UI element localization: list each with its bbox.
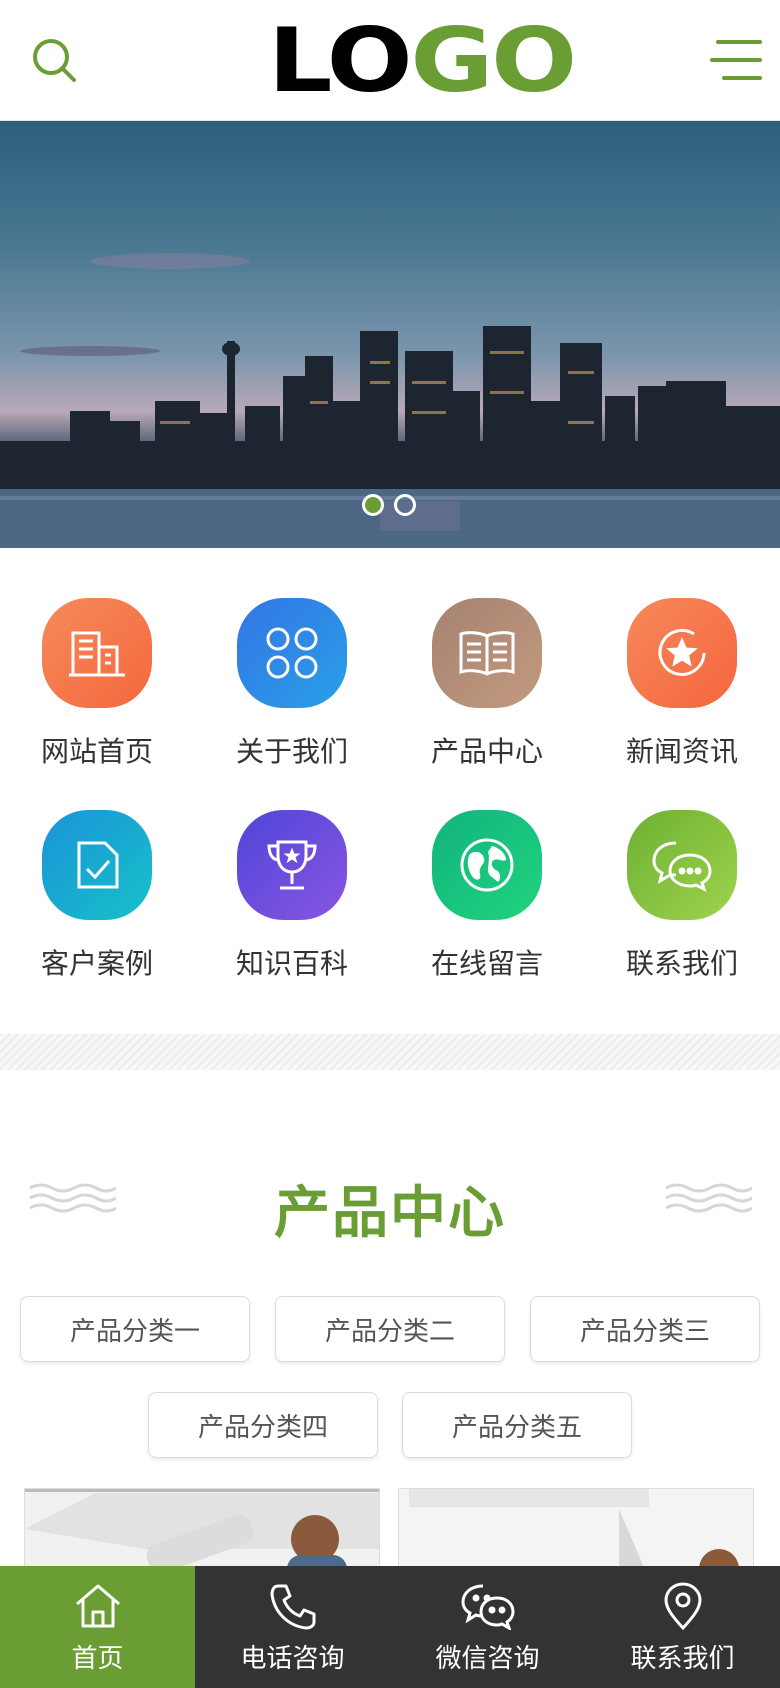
tab-wechat[interactable]: 微信咨询: [390, 1566, 585, 1688]
star-icon: [627, 598, 737, 708]
logo[interactable]: LOGO: [268, 17, 577, 105]
building-icon: [42, 598, 152, 708]
nav-item-message[interactable]: 在线留言: [417, 810, 557, 982]
nav-item-knowledge[interactable]: 知识百科: [222, 810, 362, 982]
globe-icon: [432, 810, 542, 920]
tab-phone[interactable]: 电话咨询: [195, 1566, 390, 1688]
nav-item-contact[interactable]: 联系我们: [612, 810, 752, 982]
banner-dots: [362, 494, 416, 516]
location-icon: [663, 1582, 702, 1630]
document-check-icon: [42, 810, 152, 920]
nav-label: 关于我们: [235, 735, 348, 768]
nav-item-products[interactable]: 产品中心: [417, 598, 557, 770]
category-button-4[interactable]: 产品分类四: [148, 1392, 378, 1458]
menu-button[interactable]: [710, 36, 762, 84]
category-button-3[interactable]: 产品分类三: [530, 1296, 760, 1362]
logo-text-dark: LO: [268, 9, 413, 112]
tab-label: 电话咨询: [240, 1644, 345, 1674]
trophy-icon: [237, 810, 347, 920]
banner-dot-1[interactable]: [362, 494, 384, 516]
section-title: 产品中心: [274, 1181, 506, 1246]
nav-label: 网站首页: [40, 735, 153, 768]
wave-decoration-right: [665, 1183, 752, 1213]
tab-label: 微信咨询: [435, 1644, 540, 1674]
nav-label: 联系我们: [625, 947, 738, 980]
bottom-tab-bar: 首页 电话咨询 微信咨询 联系我们: [0, 1566, 780, 1688]
nav-item-cases[interactable]: 客户案例: [27, 810, 167, 982]
city-skyline-image: [0, 253, 780, 548]
nav-label: 在线留言: [430, 947, 543, 980]
section-divider: [0, 1034, 780, 1070]
category-button-2[interactable]: 产品分类二: [275, 1296, 505, 1362]
tab-home[interactable]: 首页: [0, 1566, 195, 1688]
header: LOGO: [0, 0, 780, 121]
nav-item-news[interactable]: 新闻资讯: [612, 598, 752, 770]
search-button[interactable]: [30, 36, 78, 84]
nav-label: 知识百科: [235, 947, 348, 980]
banner-dot-2[interactable]: [394, 494, 416, 516]
tab-label: 首页: [71, 1644, 124, 1674]
book-icon: [432, 598, 542, 708]
phone-icon: [270, 1584, 315, 1630]
clover-icon: [237, 598, 347, 708]
nav-label: 新闻资讯: [625, 735, 738, 768]
tab-contact[interactable]: 联系我们: [585, 1566, 780, 1688]
menu-icon: [710, 40, 762, 80]
nav-item-about[interactable]: 关于我们: [222, 598, 362, 770]
banner-slider[interactable]: [0, 121, 780, 548]
category-button-5[interactable]: 产品分类五: [402, 1392, 632, 1458]
nav-label: 客户案例: [40, 947, 153, 980]
home-icon: [75, 1584, 120, 1628]
tab-label: 联系我们: [630, 1644, 735, 1674]
nav-label: 产品中心: [430, 735, 543, 768]
chat-icon: [627, 810, 737, 920]
search-icon: [33, 39, 76, 82]
nav-item-home[interactable]: 网站首页: [27, 598, 167, 770]
wechat-icon: [460, 1584, 515, 1630]
category-button-1[interactable]: 产品分类一: [20, 1296, 250, 1362]
logo-text-green: GO: [410, 9, 577, 112]
